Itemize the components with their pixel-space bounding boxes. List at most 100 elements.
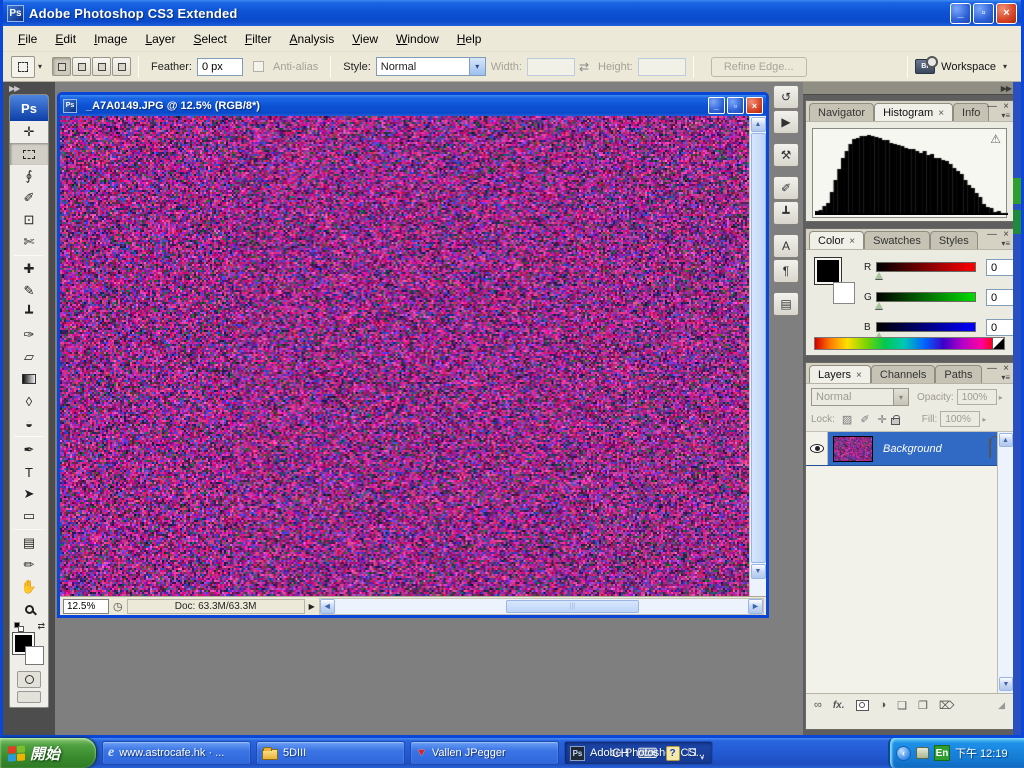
link-layers-button[interactable]: ∞ [814, 699, 822, 711]
doc-close-button[interactable]: × [746, 97, 763, 114]
quick-selection-tool[interactable]: ✐ [10, 187, 48, 209]
menu-layer[interactable]: Layer [136, 28, 184, 50]
visibility-toggle[interactable] [806, 432, 828, 465]
menu-file[interactable]: File [9, 28, 46, 50]
layer-style-button[interactable]: fx. [833, 700, 845, 711]
selection-add-button[interactable] [72, 57, 91, 76]
panel-flyout-icon[interactable]: ▾≡ [1001, 111, 1010, 120]
notes-tool[interactable]: ▤ [10, 532, 48, 554]
brush-tool[interactable]: ✎ [10, 280, 48, 302]
collapse-dock-icon[interactable]: ▶▶ [3, 82, 55, 94]
layers-scrollbar[interactable]: ▲ ▼ [997, 432, 1013, 693]
blue-slider[interactable] [876, 322, 976, 332]
path-selection-tool[interactable]: ➤ [10, 483, 48, 505]
tab-info[interactable]: Info [953, 103, 989, 121]
restore-button[interactable]: ▫ [973, 3, 994, 24]
height-input[interactable] [638, 58, 686, 76]
taskbar-task-astrocafe[interactable]: e www.astrocafe.hk · ... [102, 741, 251, 765]
status-flyout-icon[interactable]: ▶ [309, 602, 315, 611]
menu-view[interactable]: View [343, 28, 387, 50]
feather-input[interactable]: 0 px [197, 58, 243, 76]
language-indicator[interactable]: CH [612, 746, 629, 760]
red-slider-marker[interactable] [875, 272, 883, 279]
history-panel-button[interactable]: ↺ [773, 85, 799, 109]
menu-window[interactable]: Window [387, 28, 448, 50]
blend-mode-dropdown[interactable]: Normal ▾ [811, 388, 909, 406]
layer-row-background[interactable]: Background [806, 432, 999, 466]
eraser-tool[interactable]: ▱ [10, 346, 48, 368]
eyedropper-tool[interactable]: ✏ [10, 554, 48, 576]
green-slider[interactable] [876, 292, 976, 302]
gradient-tool[interactable] [10, 368, 48, 390]
title-bar[interactable]: Ps Adobe Photoshop CS3 Extended _ ▫ × [3, 0, 1021, 26]
scroll-right-icon[interactable]: ► [748, 599, 763, 614]
taskbar-task-vallen-jpegger[interactable]: ▼ Vallen JPegger [410, 741, 559, 765]
selection-intersect-button[interactable] [112, 57, 131, 76]
swap-colors-icon[interactable]: ⇄ [37, 621, 45, 632]
tab-layers[interactable]: Layers× [809, 365, 871, 383]
lock-position-icon[interactable]: ✛ [878, 413, 887, 426]
tab-navigator[interactable]: Navigator [809, 103, 874, 121]
lock-paint-icon[interactable]: ✐ [860, 413, 869, 426]
zoom-level-field[interactable]: 12.5% [63, 599, 109, 614]
chevron-down-icon[interactable]: ▾ [469, 58, 485, 75]
red-slider[interactable] [876, 262, 976, 272]
workspace-label[interactable]: Workspace [941, 61, 996, 73]
layer-comps-panel-button[interactable]: ▤ [773, 292, 799, 316]
clone-stamp-tool[interactable]: ┻ [10, 302, 48, 324]
slice-tool[interactable]: ✄ [10, 231, 48, 253]
swap-dimensions-icon[interactable]: ⇄ [579, 60, 589, 74]
new-adjustment-layer-button[interactable]: ◑ [880, 699, 887, 711]
scroll-up-icon[interactable]: ▲ [751, 117, 766, 132]
scroll-down-icon[interactable]: ▼ [999, 677, 1013, 691]
opacity-field[interactable]: 100% [957, 389, 997, 405]
close-button[interactable]: × [996, 3, 1017, 24]
menu-edit[interactable]: Edit [46, 28, 85, 50]
menu-select[interactable]: Select [184, 28, 235, 50]
vertical-scroll-thumb[interactable] [751, 133, 766, 563]
dock-header[interactable]: ▶▶ [803, 82, 1017, 95]
doc-minimize-button[interactable]: _ [708, 97, 725, 114]
tool-preset-picker[interactable] [11, 56, 35, 78]
menu-analysis[interactable]: Analysis [281, 28, 344, 50]
screen-mode-button[interactable] [17, 691, 41, 703]
lock-all-icon[interactable] [891, 418, 900, 425]
panel-minimize-icon[interactable]: — [987, 101, 997, 112]
brushes-panel-button[interactable]: ✐ [773, 176, 799, 200]
new-group-button[interactable]: ❏ [897, 699, 907, 712]
foreground-color-swatch[interactable] [815, 258, 841, 284]
tray-language-badge[interactable]: En [934, 745, 950, 761]
lasso-tool[interactable]: ∮ [10, 165, 48, 187]
chevron-down-icon[interactable]: ▾ [1003, 62, 1007, 71]
actions-panel-button[interactable]: ▶ [773, 110, 799, 134]
quick-mask-button[interactable] [17, 671, 41, 688]
language-help-icon[interactable]: ? [666, 746, 680, 761]
clone-source-panel-button[interactable]: ┻ [773, 201, 799, 225]
hand-tool[interactable]: ✋ [10, 576, 48, 598]
tab-channels[interactable]: Channels [871, 365, 935, 383]
shape-tool[interactable]: ▭ [10, 505, 48, 527]
delete-layer-button[interactable]: ⌦ [939, 699, 955, 712]
tab-close-icon[interactable]: × [856, 370, 862, 381]
tab-swatches[interactable]: Swatches [864, 231, 930, 249]
keyboard-icon[interactable]: ⌨ [637, 745, 657, 762]
scroll-up-icon[interactable]: ▲ [999, 433, 1013, 447]
menu-image[interactable]: Image [85, 28, 136, 50]
image-canvas[interactable] [60, 116, 749, 596]
scroll-left-icon[interactable]: ◄ [320, 599, 335, 614]
history-brush-tool[interactable]: ✑ [10, 324, 48, 346]
scroll-down-icon[interactable]: ▼ [751, 564, 766, 579]
menu-filter[interactable]: Filter [236, 28, 281, 50]
chevron-down-icon[interactable]: ▾ [701, 754, 705, 762]
black-white-ramp-end[interactable] [992, 338, 1004, 349]
hide-icons-chevron[interactable]: ‹ [896, 746, 911, 761]
minimize-button[interactable]: _ [950, 3, 971, 24]
panel-minimize-icon[interactable]: — [987, 363, 997, 374]
paragraph-panel-button[interactable]: ¶ [773, 259, 799, 283]
green-slider-marker[interactable] [875, 302, 883, 309]
cached-data-warning-icon[interactable]: ⚠ [990, 132, 1001, 146]
color-spectrum-ramp[interactable] [814, 337, 1005, 350]
refine-edge-button[interactable]: Refine Edge... [711, 57, 807, 77]
menu-help[interactable]: Help [448, 28, 491, 50]
rectangular-marquee-tool[interactable] [10, 143, 48, 165]
